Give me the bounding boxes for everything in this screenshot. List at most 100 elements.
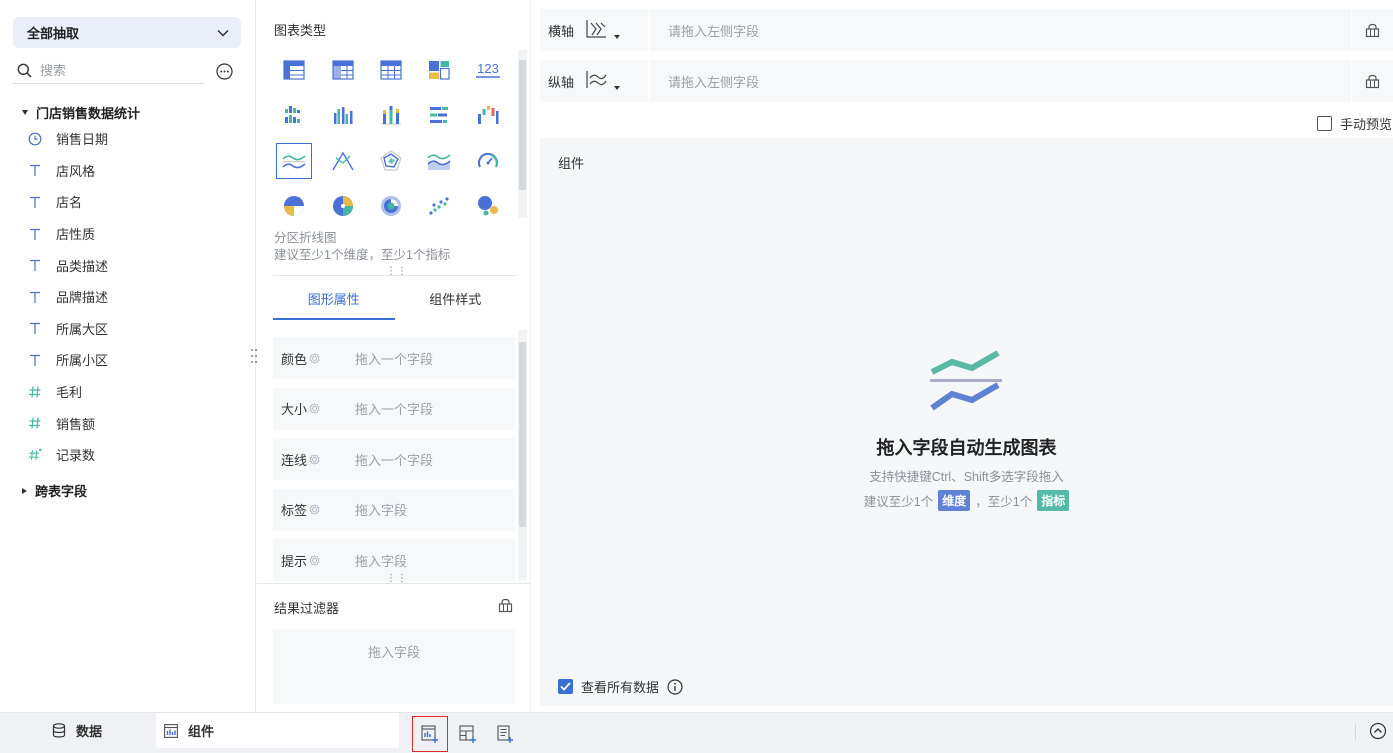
y-axis-settings-icon[interactable] xyxy=(1351,60,1393,102)
chart-type-option[interactable] xyxy=(464,138,512,184)
chart-type-option[interactable] xyxy=(270,47,318,93)
canvas-title: 组件 xyxy=(558,156,585,171)
x-axis-selector[interactable]: 横轴 xyxy=(540,9,648,51)
chart-type-option[interactable] xyxy=(464,184,512,230)
property-list: 颜色 拖入一个字段 大小 拖入一个字段 连线 拖入一个字段 标签 拖入字段提示 拖入字段 xyxy=(273,337,515,590)
gear-icon[interactable] xyxy=(309,403,320,414)
chart-type-option[interactable] xyxy=(415,47,463,93)
chart-type-option[interactable] xyxy=(367,93,415,139)
info-icon[interactable] xyxy=(667,678,683,695)
view-all-checkbox[interactable] xyxy=(558,679,573,694)
multi-pie-icon xyxy=(332,195,354,217)
field-item[interactable]: 品牌描述 xyxy=(28,281,248,313)
caret-down-icon xyxy=(22,110,28,115)
x-axis-settings-icon[interactable] xyxy=(1351,9,1393,51)
field-item[interactable]: 品类描述 xyxy=(28,249,248,281)
y-axis-selector[interactable]: 纵轴 xyxy=(540,60,648,102)
chart-type-option[interactable] xyxy=(318,138,366,184)
filter-settings-icon[interactable] xyxy=(498,598,513,613)
area-icon xyxy=(426,151,452,171)
property-label: 连线 xyxy=(281,452,308,468)
x-axis-transpose-icon xyxy=(584,19,608,41)
tab-data[interactable]: 数据 xyxy=(52,713,102,748)
dataset-name: 门店销售数据统计 xyxy=(36,106,141,121)
chart-type-name: 分区折线图 xyxy=(274,231,337,245)
add-chart-icon xyxy=(421,725,439,743)
chart-type-option[interactable] xyxy=(415,184,463,230)
field-item[interactable]: 销售日期 xyxy=(28,123,248,155)
kpi-number-icon: 123 xyxy=(475,60,501,80)
field-item[interactable]: 毛利 xyxy=(28,376,248,408)
search-box xyxy=(13,58,204,84)
tab-shape-properties[interactable]: 图形属性 xyxy=(273,276,395,320)
property-scrollbar[interactable] xyxy=(518,330,527,580)
gauge-icon xyxy=(476,150,500,172)
collapse-up-icon[interactable] xyxy=(1369,722,1387,740)
chart-type-option[interactable] xyxy=(367,138,415,184)
field-item[interactable]: 销售额 xyxy=(28,407,248,439)
chart-type-option[interactable] xyxy=(464,93,512,139)
add-component-button[interactable] xyxy=(412,716,448,752)
field-label: 毛利 xyxy=(56,385,83,401)
chart-type-option[interactable] xyxy=(367,47,415,93)
measure-tag: 指标 xyxy=(1037,490,1070,511)
field-item[interactable]: 店名 xyxy=(28,186,248,218)
gear-icon[interactable] xyxy=(309,554,320,566)
component-canvas[interactable]: 组件 拖入字段自动生成图表 支持快捷键Ctrl、Shift多选字段拖入 建议至少… xyxy=(540,138,1393,706)
add-dashboard-button[interactable] xyxy=(450,716,486,752)
gear-icon[interactable] xyxy=(309,352,320,364)
result-filter-title: 结果过滤器 xyxy=(274,601,340,616)
property-drop-hint: 拖入字段 xyxy=(355,503,408,518)
chart-type-option[interactable] xyxy=(318,93,366,139)
search-input[interactable] xyxy=(40,63,190,78)
chart-type-option[interactable] xyxy=(415,138,463,184)
y-axis-drop-zone[interactable]: 请拖入左侧字段 xyxy=(650,60,1393,102)
field-label: 品类描述 xyxy=(56,258,109,274)
field-item[interactable]: 店性质 xyxy=(28,218,248,250)
property-label: 提示 xyxy=(281,553,308,569)
gear-icon[interactable] xyxy=(309,504,320,515)
manual-preview-toggle[interactable]: 手动预览 xyxy=(1316,114,1392,133)
field-item[interactable]: 店风格 xyxy=(28,155,248,187)
x-axis-drop-zone[interactable]: 请拖入左侧字段 xyxy=(650,9,1393,51)
chart-type-option[interactable]: 123 xyxy=(464,47,512,93)
y-axis-line-icon xyxy=(584,70,608,92)
count-field-icon xyxy=(28,448,42,462)
field-label: 店性质 xyxy=(56,227,96,243)
property-drop-row[interactable]: 标签 拖入字段 xyxy=(273,488,515,531)
add-story-button[interactable] xyxy=(487,716,523,752)
chart-type-option[interactable] xyxy=(270,184,318,230)
chevron-down-icon xyxy=(217,29,229,37)
dataset-node[interactable]: 门店销售数据统计 xyxy=(22,103,140,122)
chart-type-option[interactable] xyxy=(318,184,366,230)
text-field-icon xyxy=(28,353,42,367)
cross-table-node[interactable]: 跨表字段 xyxy=(22,481,87,500)
field-label: 销售日期 xyxy=(56,132,109,148)
property-drop-row[interactable]: 大小 拖入一个字段 xyxy=(273,387,515,430)
filter-drop-zone[interactable]: 拖入字段 xyxy=(273,629,515,704)
chart-grid-scrollbar[interactable] xyxy=(518,50,527,218)
stacked-column-icon xyxy=(380,105,402,125)
tab-data-label: 数据 xyxy=(76,724,103,739)
number-field-icon xyxy=(28,385,42,399)
manual-preview-checkbox[interactable] xyxy=(1316,116,1332,131)
tab-component[interactable]: 组件 xyxy=(156,713,399,748)
more-options-icon[interactable] xyxy=(216,62,233,80)
chart-type-option[interactable] xyxy=(270,138,318,184)
gear-icon[interactable] xyxy=(309,453,320,465)
chart-type-option[interactable] xyxy=(318,47,366,93)
property-drop-row[interactable]: 连线 拖入一个字段 xyxy=(273,438,515,480)
field-label: 所属大区 xyxy=(56,321,109,337)
extract-scope-select[interactable]: 全部抽取 xyxy=(13,17,241,48)
chart-type-option[interactable] xyxy=(367,184,415,230)
database-icon xyxy=(52,723,66,738)
view-all-data-toggle[interactable]: 查看所有数据 xyxy=(558,677,683,696)
field-item[interactable]: 所属小区 xyxy=(28,344,248,376)
chart-type-option[interactable] xyxy=(270,93,318,139)
tab-component-style[interactable]: 组件样式 xyxy=(395,276,517,320)
text-field-icon xyxy=(28,290,42,304)
field-item[interactable]: 所属大区 xyxy=(28,313,248,345)
field-item[interactable]: 记录数 xyxy=(28,439,248,471)
chart-type-option[interactable] xyxy=(415,93,463,139)
property-drop-row[interactable]: 颜色 拖入一个字段 xyxy=(273,337,515,379)
